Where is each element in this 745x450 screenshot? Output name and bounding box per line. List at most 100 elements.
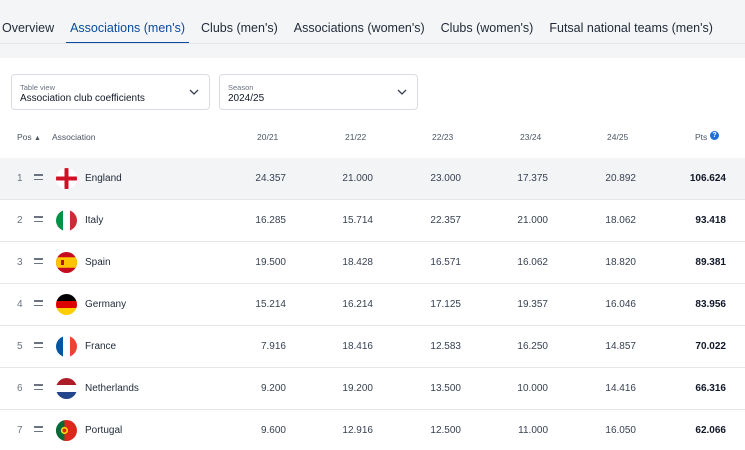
season-coefficient: 11.000 — [518, 425, 548, 436]
season-coefficient: 15.714 — [342, 215, 373, 226]
total-points: 62.066 — [695, 425, 726, 436]
spain-flag-icon — [56, 252, 77, 273]
season-coefficient: 18.416 — [342, 341, 373, 352]
row-position: 1 — [17, 173, 23, 184]
season-coefficient: 14.857 — [605, 341, 636, 352]
tab-associations-women[interactable]: Associations (women's) — [286, 18, 433, 44]
association-name[interactable]: England — [85, 173, 122, 184]
tab-associations-men[interactable]: Associations (men's) — [62, 18, 193, 44]
header-season-2021[interactable]: 20/21 — [257, 132, 278, 142]
page-title-fragment — [150, 0, 240, 6]
season-coefficient: 23.000 — [430, 173, 461, 184]
season-coefficient: 19.200 — [342, 383, 373, 394]
association-name[interactable]: Portugal — [85, 425, 122, 436]
england-flag-icon — [56, 168, 77, 189]
total-points: 83.956 — [695, 299, 726, 310]
row-position: 2 — [17, 215, 23, 226]
season-coefficient: 21.000 — [342, 173, 373, 184]
season-coefficient: 13.500 — [430, 383, 461, 394]
table-row[interactable]: 3 Spain 19.500 18.428 16.571 16.062 18.820 89.3… — [0, 242, 745, 284]
season-coefficient: 16.571 — [430, 257, 461, 268]
season-coefficient: 18.062 — [605, 215, 636, 226]
table-row[interactable]: 7 Portugal 9.600 12.916 12.500 11.000 16.050 62… — [0, 410, 745, 450]
portugal-flag-icon — [56, 420, 77, 441]
row-position: 6 — [17, 383, 23, 394]
row-position: 7 — [17, 425, 23, 436]
season-coefficient: 14.416 — [605, 383, 636, 394]
season-coefficient: 7.916 — [260, 341, 286, 352]
season-coefficient: 21.000 — [517, 215, 548, 226]
season-select[interactable]: Season 2024/25 — [219, 74, 418, 110]
season-coefficient: 16.050 — [605, 425, 636, 436]
table-row[interactable]: 6 Netherlands 9.200 19.200 13.500 10.000 14.41… — [0, 368, 745, 410]
position-unchanged-icon — [34, 216, 43, 225]
association-name[interactable]: Netherlands — [85, 383, 139, 394]
total-points: 89.381 — [695, 257, 726, 268]
table-view-label: Table view — [20, 83, 56, 92]
tab-clubs-men[interactable]: Clubs (men's) — [193, 18, 286, 44]
position-unchanged-icon — [34, 300, 43, 309]
season-coefficient: 22.357 — [430, 215, 461, 226]
association-name[interactable]: France — [85, 341, 116, 352]
season-coefficient: 9.600 — [260, 425, 286, 436]
total-points: 106.624 — [689, 173, 726, 184]
france-flag-icon — [56, 336, 77, 357]
association-name[interactable]: Germany — [85, 299, 126, 310]
season-coefficient: 17.125 — [430, 299, 461, 310]
tab-futsal-men[interactable]: Futsal national teams (men's) — [541, 18, 721, 44]
italy-flag-icon — [56, 210, 77, 231]
season-coefficient: 18.820 — [605, 257, 636, 268]
season-coefficient: 19.357 — [517, 299, 548, 310]
header-association[interactable]: Association — [52, 132, 95, 142]
chevron-down-icon — [189, 89, 199, 95]
header-pts[interactable]: Pts — [695, 132, 707, 142]
row-position: 5 — [17, 341, 23, 352]
season-coefficient: 10.000 — [517, 383, 548, 394]
germany-flag-icon — [56, 294, 77, 315]
row-position: 4 — [17, 299, 23, 310]
association-name[interactable]: Spain — [85, 257, 111, 268]
season-coefficient: 20.892 — [605, 173, 636, 184]
table-row[interactable]: 4 Germany 15.214 16.214 17.125 19.357 16.046 83… — [0, 284, 745, 326]
season-coefficient: 12.583 — [430, 341, 461, 352]
season-coefficient: 24.357 — [255, 173, 286, 184]
tab-bar: Overview Associations (men's) Clubs (men… — [0, 18, 721, 44]
season-coefficient: 19.500 — [255, 257, 286, 268]
position-unchanged-icon — [34, 258, 43, 267]
table-view-value: Association club coefficients — [20, 93, 145, 104]
header-season-2223[interactable]: 22/23 — [432, 132, 453, 142]
header-season-2324[interactable]: 23/24 — [520, 132, 541, 142]
season-coefficient: 16.285 — [255, 215, 286, 226]
association-name[interactable]: Italy — [85, 215, 103, 226]
table-view-select[interactable]: Table view Association club coefficients — [11, 74, 210, 110]
season-coefficient: 16.250 — [517, 341, 548, 352]
season-coefficient: 15.214 — [255, 299, 286, 310]
season-value: 2024/25 — [228, 93, 265, 104]
table-row[interactable]: 1 England 24.357 21.000 23.000 17.375 20.892 10… — [0, 158, 745, 200]
total-points: 93.418 — [695, 215, 726, 226]
table-row[interactable]: 2 Italy 16.285 15.714 22.357 21.000 18.062 93.4… — [0, 200, 745, 242]
sort-icon: ▲ — [34, 135, 41, 142]
header-season-2425[interactable]: 24/25 — [607, 132, 628, 142]
table-row[interactable]: 5 France 7.916 18.416 12.583 16.250 14.857 70.0… — [0, 326, 745, 368]
season-coefficient: 16.062 — [517, 257, 548, 268]
netherlands-flag-icon — [56, 378, 77, 399]
tab-divider — [0, 43, 745, 44]
table-header: Pos ▲ Association 20/21 21/22 22/23 23/2… — [0, 128, 745, 146]
season-coefficient: 18.428 — [342, 257, 373, 268]
header-pos[interactable]: Pos ▲ — [17, 132, 41, 142]
tab-overview[interactable]: Overview — [0, 18, 62, 44]
position-unchanged-icon — [34, 384, 43, 393]
header-season-2122[interactable]: 21/22 — [345, 132, 366, 142]
position-unchanged-icon — [34, 174, 43, 183]
tab-clubs-women[interactable]: Clubs (women's) — [433, 18, 542, 44]
total-points: 66.316 — [695, 383, 726, 394]
season-coefficient: 17.375 — [517, 173, 548, 184]
season-label: Season — [228, 83, 254, 92]
info-icon[interactable]: ? — [710, 131, 719, 140]
position-unchanged-icon — [34, 342, 43, 351]
season-coefficient: 16.046 — [605, 299, 636, 310]
chevron-down-icon — [397, 89, 407, 95]
total-points: 70.022 — [695, 341, 726, 352]
season-coefficient: 16.214 — [342, 299, 373, 310]
